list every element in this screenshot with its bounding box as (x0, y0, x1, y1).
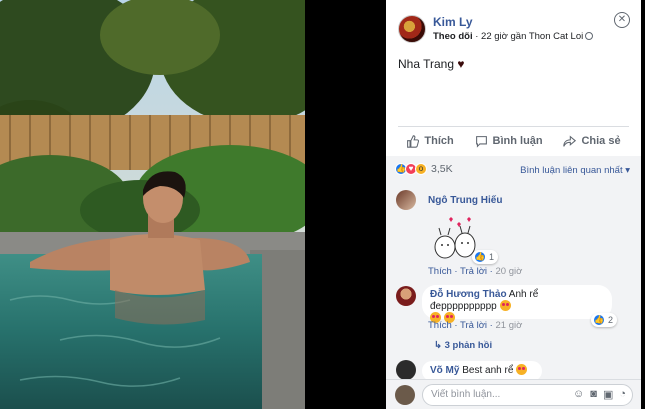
comment-time[interactable]: 21 giờ (496, 320, 523, 331)
comment-icon (475, 135, 487, 148)
commenter-avatar[interactable] (396, 286, 416, 306)
reaction-count: 3,5K (431, 163, 453, 175)
comment-like-link[interactable]: Thích (428, 266, 452, 277)
comment-reaction-count: 2 (608, 315, 614, 325)
post-photo (0, 0, 305, 409)
comment-bubble: Đỗ Hương Thảo Anh rể đepppppppppp (422, 285, 612, 323)
heart-eyes-emoji-icon (499, 300, 511, 311)
action-bar: Thích Bình luận Chia sẻ (386, 128, 641, 154)
heart-icon: ♥ (457, 57, 465, 71)
divider (398, 126, 629, 127)
comment-input[interactable]: Viết bình luận... ☺ ◙ ▣ ◔ (422, 384, 633, 406)
comment-reaction-badge[interactable]: 👍 2 (591, 313, 618, 327)
share-icon (563, 134, 577, 147)
view-replies-link[interactable]: ↳ 3 phản hồi (434, 340, 492, 351)
composer-tools: ☺ ◙ ▣ ◔ (573, 388, 626, 401)
post-panel: Kim Ly Theo dõi · 22 giờ gần Thon Cat Lo… (386, 0, 641, 409)
commenter-avatar[interactable] (396, 190, 416, 210)
comment-label: Bình luận (492, 135, 543, 147)
like-label: Thích (424, 135, 454, 147)
comment-author[interactable]: Đỗ Hương Thảo (430, 289, 507, 300)
comment-bubble: Võ Mỹ Best anh rể (422, 361, 542, 381)
camera-icon[interactable]: ◙ (590, 388, 597, 401)
close-icon[interactable]: ✕ (614, 12, 630, 28)
sticker-icon[interactable]: ◔ (619, 388, 626, 401)
post-header: Kim Ly Theo dõi · 22 giờ gần Thon Cat Lo… (386, 0, 641, 50)
gif-icon[interactable]: ▣ (603, 388, 613, 401)
comment-reply-link[interactable]: Trả lời (460, 266, 487, 277)
current-user-avatar (395, 385, 415, 405)
comment-author[interactable]: Võ Mỹ (430, 365, 459, 376)
reaction-summary[interactable]: 👍 ♥ o 3,5K (395, 163, 453, 175)
reactions-bar: 👍 ♥ o 3,5K Bình luận liên quan nhất ▾ (386, 156, 641, 183)
globe-icon (585, 32, 594, 40)
emoji-icon[interactable]: ☺ (573, 388, 584, 401)
post-time-location[interactable]: 22 giờ gần Thon Cat Loi (481, 31, 583, 42)
photo-image (0, 0, 305, 409)
comments-list: Ngô Trung Hiếu 👍 1 Thích · Trả lời · 20 … (386, 183, 641, 409)
replies-count: 3 phản hồi (444, 340, 493, 351)
share-button[interactable]: Chia sẻ (563, 128, 621, 154)
reply-arrow-icon: ↳ (434, 340, 442, 351)
comment-actions: Thích · Trả lời · 20 giờ (428, 266, 523, 277)
comment-input-placeholder: Viết bình luận... (431, 389, 501, 400)
comment-reaction-badge[interactable]: 👍 1 (472, 250, 499, 264)
comment-time[interactable]: 20 giờ (496, 266, 523, 277)
comment-text: Best anh rể (462, 365, 514, 376)
like-reaction-icon: 👍 (474, 251, 486, 263)
like-button[interactable]: Thích (406, 128, 454, 154)
comment-author[interactable]: Ngô Trung Hiếu (428, 195, 502, 206)
post-text: Nha Trang ♥ (398, 57, 465, 71)
comment-reaction-count: 1 (489, 252, 495, 262)
commenter-avatar[interactable] (396, 360, 416, 380)
author-avatar[interactable] (398, 15, 426, 43)
share-label: Chia sẻ (581, 135, 621, 147)
author-name[interactable]: Kim Ly (433, 15, 473, 29)
comment-composer: Viết bình luận... ☺ ◙ ▣ ◔ (386, 379, 641, 409)
like-reaction-icon: 👍 (593, 314, 605, 326)
comment-reply-link[interactable]: Trả lời (460, 320, 487, 331)
follow-link[interactable]: Theo dõi (433, 31, 473, 42)
comment-actions: Thích · Trả lời · 21 giờ (428, 320, 523, 331)
post-meta: Theo dõi · 22 giờ gần Thon Cat Loi (433, 31, 594, 42)
meta-separator: · (472, 31, 482, 42)
wow-reaction-icon: o (415, 163, 427, 175)
post-text-content: Nha Trang (398, 57, 455, 71)
like-icon (407, 134, 420, 148)
heart-eyes-emoji-icon (516, 364, 528, 375)
comment-button[interactable]: Bình luận (475, 128, 543, 154)
comment-sort-dropdown[interactable]: Bình luận liên quan nhất ▾ (520, 165, 630, 176)
comment-like-link[interactable]: Thích (428, 320, 452, 331)
